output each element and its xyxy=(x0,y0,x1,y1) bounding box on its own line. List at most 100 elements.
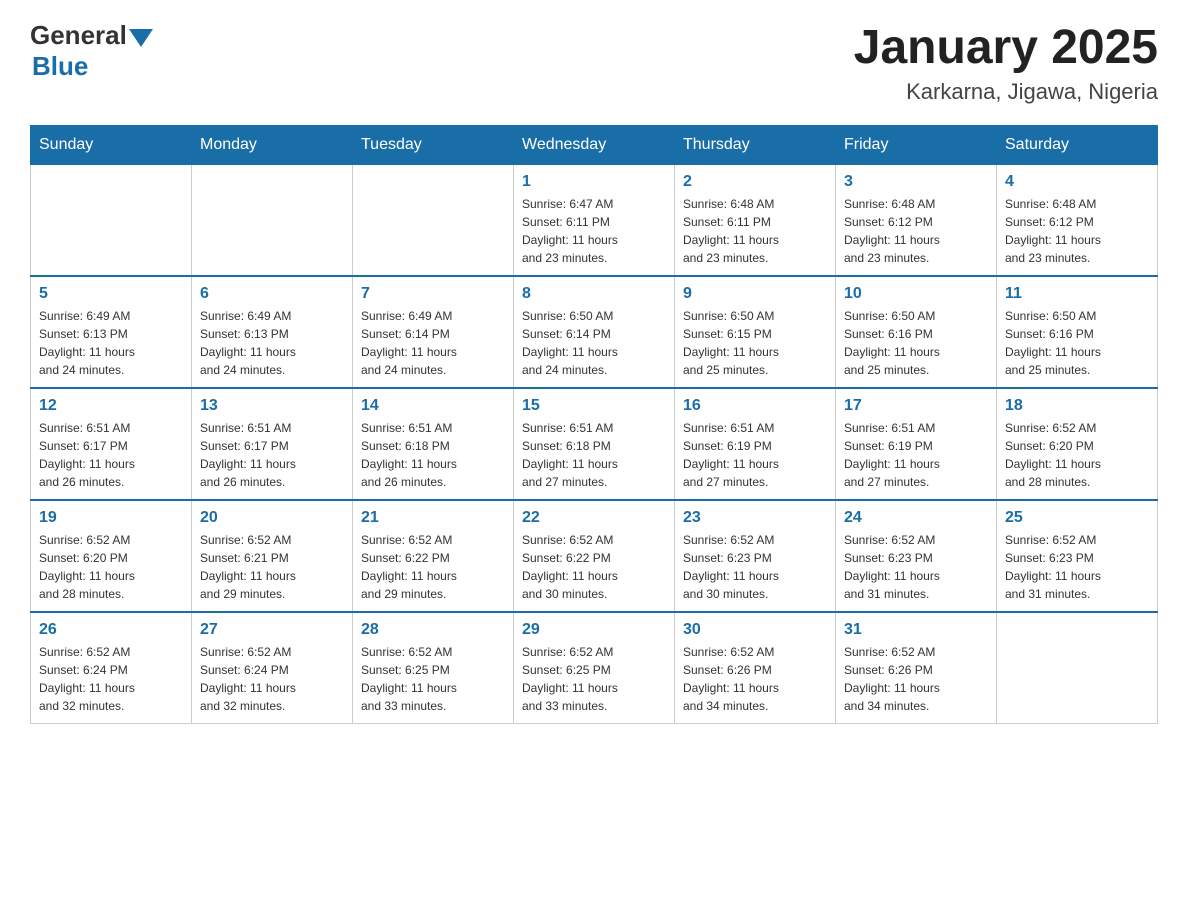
day-number: 6 xyxy=(200,285,344,303)
day-number: 16 xyxy=(683,397,827,415)
day-number: 13 xyxy=(200,397,344,415)
day-info: Sunrise: 6:50 AM Sunset: 6:16 PM Dayligh… xyxy=(844,307,988,379)
day-number: 11 xyxy=(1005,285,1149,303)
table-row: 18 Sunrise: 6:52 AM Sunset: 6:20 PM Dayli… xyxy=(997,388,1158,500)
calendar-header-row: Sunday Monday Tuesday Wednesday Thursday… xyxy=(31,126,1158,165)
logo-blue-text: Blue xyxy=(32,51,153,82)
table-row: 6Sunrise: 6:49 AM Sunset: 6:13 PM Daylig… xyxy=(192,276,353,388)
col-wednesday: Wednesday xyxy=(514,126,675,165)
day-number: 30 xyxy=(683,621,827,639)
day-info: Sunrise: 6:52 AM Sunset: 6:25 PM Dayligh… xyxy=(522,643,666,715)
col-sunday: Sunday xyxy=(31,126,192,165)
day-number: 10 xyxy=(844,285,988,303)
day-number: 23 xyxy=(683,509,827,527)
table-row: 27Sunrise: 6:52 AM Sunset: 6:24 PM Dayli… xyxy=(192,612,353,724)
table-row: 19 Sunrise: 6:52 AM Sunset: 6:20 PM Dayli… xyxy=(31,500,192,612)
table-row: 20Sunrise: 6:52 AM Sunset: 6:21 PM Dayli… xyxy=(192,500,353,612)
day-info: Sunrise: 6:51 AM Sunset: 6:18 PM Dayligh… xyxy=(361,419,505,491)
title-section: January 2025 Karkarna, Jigawa, Nigeria xyxy=(854,20,1158,105)
day-number: 26 xyxy=(39,621,183,639)
day-number: 3 xyxy=(844,173,988,191)
day-number: 1 xyxy=(522,173,666,191)
day-info: Sunrise: 6:52 AM Sunset: 6:24 PM Dayligh… xyxy=(39,643,183,715)
day-number: 8 xyxy=(522,285,666,303)
day-number: 31 xyxy=(844,621,988,639)
table-row: 9 Sunrise: 6:50 AM Sunset: 6:15 PM Daylig… xyxy=(675,276,836,388)
day-info: Sunrise: 6:47 AM Sunset: 6:11 PM Dayligh… xyxy=(522,195,666,267)
table-row: 3 Sunrise: 6:48 AM Sunset: 6:12 PM Daylig… xyxy=(836,165,997,277)
day-info: Sunrise: 6:51 AM Sunset: 6:17 PM Dayligh… xyxy=(39,419,183,491)
table-row: 13 Sunrise: 6:51 AM Sunset: 6:17 PM Dayli… xyxy=(192,388,353,500)
table-row: 25 Sunrise: 6:52 AM Sunset: 6:23 PM Dayli… xyxy=(997,500,1158,612)
table-row: 30 Sunrise: 6:52 AM Sunset: 6:26 PM Dayli… xyxy=(675,612,836,724)
table-row: 1 Sunrise: 6:47 AM Sunset: 6:11 PM Daylig… xyxy=(514,165,675,277)
table-row xyxy=(353,165,514,277)
calendar-week-row: 19 Sunrise: 6:52 AM Sunset: 6:20 PM Dayli… xyxy=(31,500,1158,612)
table-row: 17Sunrise: 6:51 AM Sunset: 6:19 PM Dayli… xyxy=(836,388,997,500)
day-info: Sunrise: 6:52 AM Sunset: 6:26 PM Dayligh… xyxy=(844,643,988,715)
table-row: 28 Sunrise: 6:52 AM Sunset: 6:25 PM Dayli… xyxy=(353,612,514,724)
day-info: Sunrise: 6:52 AM Sunset: 6:20 PM Dayligh… xyxy=(39,531,183,603)
day-info: Sunrise: 6:52 AM Sunset: 6:25 PM Dayligh… xyxy=(361,643,505,715)
day-number: 21 xyxy=(361,509,505,527)
day-number: 19 xyxy=(39,509,183,527)
day-info: Sunrise: 6:52 AM Sunset: 6:23 PM Dayligh… xyxy=(844,531,988,603)
day-number: 5 xyxy=(39,285,183,303)
col-monday: Monday xyxy=(192,126,353,165)
table-row: 15Sunrise: 6:51 AM Sunset: 6:18 PM Dayli… xyxy=(514,388,675,500)
table-row: 31 Sunrise: 6:52 AM Sunset: 6:26 PM Dayli… xyxy=(836,612,997,724)
month-year-title: January 2025 xyxy=(854,20,1158,75)
day-info: Sunrise: 6:52 AM Sunset: 6:22 PM Dayligh… xyxy=(522,531,666,603)
day-number: 2 xyxy=(683,173,827,191)
table-row: 12 Sunrise: 6:51 AM Sunset: 6:17 PM Dayli… xyxy=(31,388,192,500)
day-info: Sunrise: 6:51 AM Sunset: 6:17 PM Dayligh… xyxy=(200,419,344,491)
table-row: 5Sunrise: 6:49 AM Sunset: 6:13 PM Daylig… xyxy=(31,276,192,388)
day-number: 7 xyxy=(361,285,505,303)
table-row: 29Sunrise: 6:52 AM Sunset: 6:25 PM Dayli… xyxy=(514,612,675,724)
day-number: 12 xyxy=(39,397,183,415)
day-number: 18 xyxy=(1005,397,1149,415)
day-info: Sunrise: 6:52 AM Sunset: 6:26 PM Dayligh… xyxy=(683,643,827,715)
table-row: 16 Sunrise: 6:51 AM Sunset: 6:19 PM Dayli… xyxy=(675,388,836,500)
table-row: 23 Sunrise: 6:52 AM Sunset: 6:23 PM Dayli… xyxy=(675,500,836,612)
table-row xyxy=(192,165,353,277)
table-row xyxy=(31,165,192,277)
day-info: Sunrise: 6:52 AM Sunset: 6:21 PM Dayligh… xyxy=(200,531,344,603)
table-row: 4Sunrise: 6:48 AM Sunset: 6:12 PM Daylig… xyxy=(997,165,1158,277)
col-saturday: Saturday xyxy=(997,126,1158,165)
day-info: Sunrise: 6:52 AM Sunset: 6:23 PM Dayligh… xyxy=(1005,531,1149,603)
col-thursday: Thursday xyxy=(675,126,836,165)
calendar-week-row: 12 Sunrise: 6:51 AM Sunset: 6:17 PM Dayli… xyxy=(31,388,1158,500)
col-tuesday: Tuesday xyxy=(353,126,514,165)
day-number: 9 xyxy=(683,285,827,303)
table-row: 7Sunrise: 6:49 AM Sunset: 6:14 PM Daylig… xyxy=(353,276,514,388)
day-info: Sunrise: 6:48 AM Sunset: 6:12 PM Dayligh… xyxy=(844,195,988,267)
table-row: 14 Sunrise: 6:51 AM Sunset: 6:18 PM Dayli… xyxy=(353,388,514,500)
day-number: 22 xyxy=(522,509,666,527)
col-friday: Friday xyxy=(836,126,997,165)
day-number: 14 xyxy=(361,397,505,415)
calendar-week-row: 1 Sunrise: 6:47 AM Sunset: 6:11 PM Daylig… xyxy=(31,165,1158,277)
table-row: 8 Sunrise: 6:50 AM Sunset: 6:14 PM Daylig… xyxy=(514,276,675,388)
day-info: Sunrise: 6:52 AM Sunset: 6:24 PM Dayligh… xyxy=(200,643,344,715)
location-subtitle: Karkarna, Jigawa, Nigeria xyxy=(854,79,1158,105)
page-header: General Blue January 2025 Karkarna, Jiga… xyxy=(30,20,1158,105)
day-info: Sunrise: 6:52 AM Sunset: 6:23 PM Dayligh… xyxy=(683,531,827,603)
calendar-table: Sunday Monday Tuesday Wednesday Thursday… xyxy=(30,125,1158,724)
day-info: Sunrise: 6:52 AM Sunset: 6:20 PM Dayligh… xyxy=(1005,419,1149,491)
table-row: 21 Sunrise: 6:52 AM Sunset: 6:22 PM Dayli… xyxy=(353,500,514,612)
table-row: 2Sunrise: 6:48 AM Sunset: 6:11 PM Daylig… xyxy=(675,165,836,277)
table-row: 11 Sunrise: 6:50 AM Sunset: 6:16 PM Dayli… xyxy=(997,276,1158,388)
day-number: 24 xyxy=(844,509,988,527)
day-number: 25 xyxy=(1005,509,1149,527)
day-info: Sunrise: 6:51 AM Sunset: 6:19 PM Dayligh… xyxy=(683,419,827,491)
day-number: 4 xyxy=(1005,173,1149,191)
calendar-week-row: 26 Sunrise: 6:52 AM Sunset: 6:24 PM Dayli… xyxy=(31,612,1158,724)
day-info: Sunrise: 6:50 AM Sunset: 6:14 PM Dayligh… xyxy=(522,307,666,379)
day-info: Sunrise: 6:50 AM Sunset: 6:15 PM Dayligh… xyxy=(683,307,827,379)
table-row xyxy=(997,612,1158,724)
day-info: Sunrise: 6:52 AM Sunset: 6:22 PM Dayligh… xyxy=(361,531,505,603)
day-number: 28 xyxy=(361,621,505,639)
day-info: Sunrise: 6:50 AM Sunset: 6:16 PM Dayligh… xyxy=(1005,307,1149,379)
day-number: 17 xyxy=(844,397,988,415)
